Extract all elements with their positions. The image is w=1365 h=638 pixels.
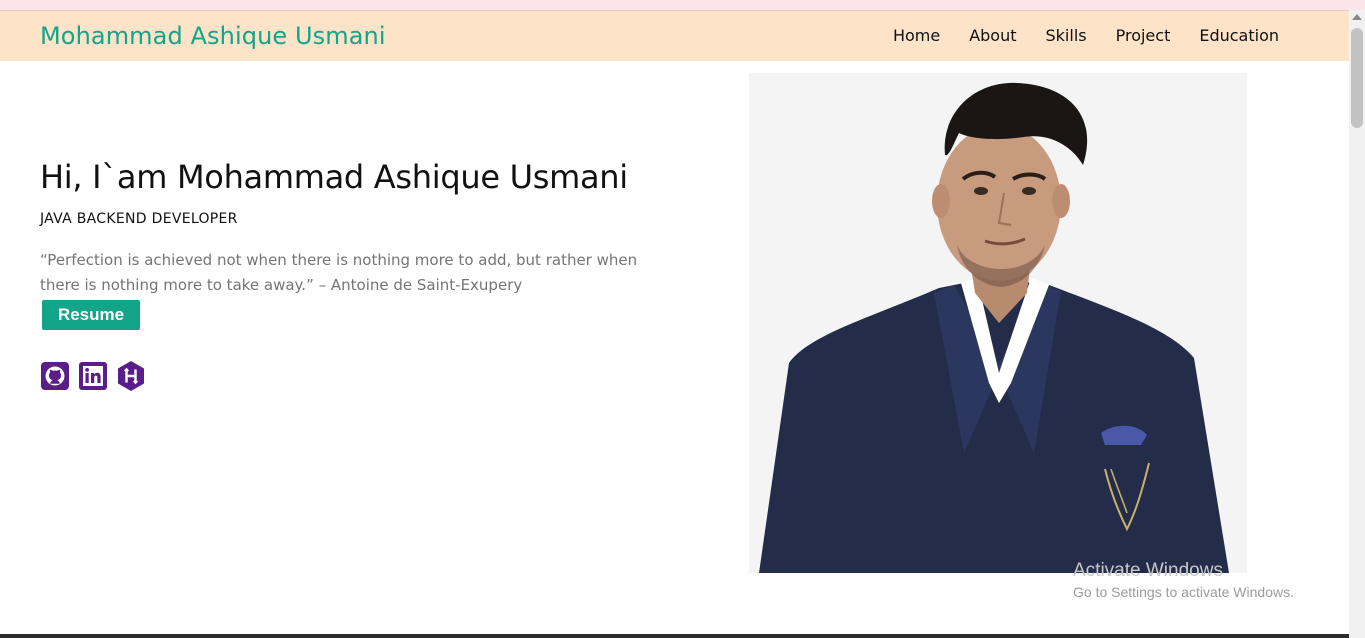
nav-link-home[interactable]: Home [893,26,940,45]
brand-logo-text[interactable]: Mohammad Ashique Usmani [40,22,386,50]
hero-quote: “Perfection is achieved not when there i… [40,251,638,294]
windows-activation-watermark: Activate Windows Go to Settings to activ… [1073,560,1294,600]
watermark-title: Activate Windows [1073,560,1223,581]
social-links [40,361,146,391]
browser-top-strip [0,0,1365,10]
hackerrank-icon[interactable] [116,361,146,391]
nav-link-education[interactable]: Education [1199,26,1279,45]
scrollbar-thumb[interactable] [1351,28,1363,128]
scroll-up-arrow-icon[interactable] [1352,14,1362,20]
hero-title: Hi, I`am Mohammad Ashique Usmani [40,158,628,196]
hero-role: JAVA BACKEND DEVELOPER [40,211,238,227]
github-icon[interactable] [40,361,70,391]
navbar: Mohammad Ashique Usmani Home About Skill… [0,10,1349,61]
nav-link-skills[interactable]: Skills [1046,26,1087,45]
nav-link-about[interactable]: About [969,26,1016,45]
linkedin-icon[interactable] [78,361,108,391]
profile-photo [749,73,1247,573]
nav-links: Home About Skills Project Education [893,26,1279,45]
resume-button[interactable]: Resume [42,300,140,330]
watermark-subtitle: Go to Settings to activate Windows. [1073,584,1294,600]
page-scrollbar[interactable] [1349,10,1365,638]
nav-link-project[interactable]: Project [1116,26,1171,45]
bottom-edge-strip [0,634,1349,638]
